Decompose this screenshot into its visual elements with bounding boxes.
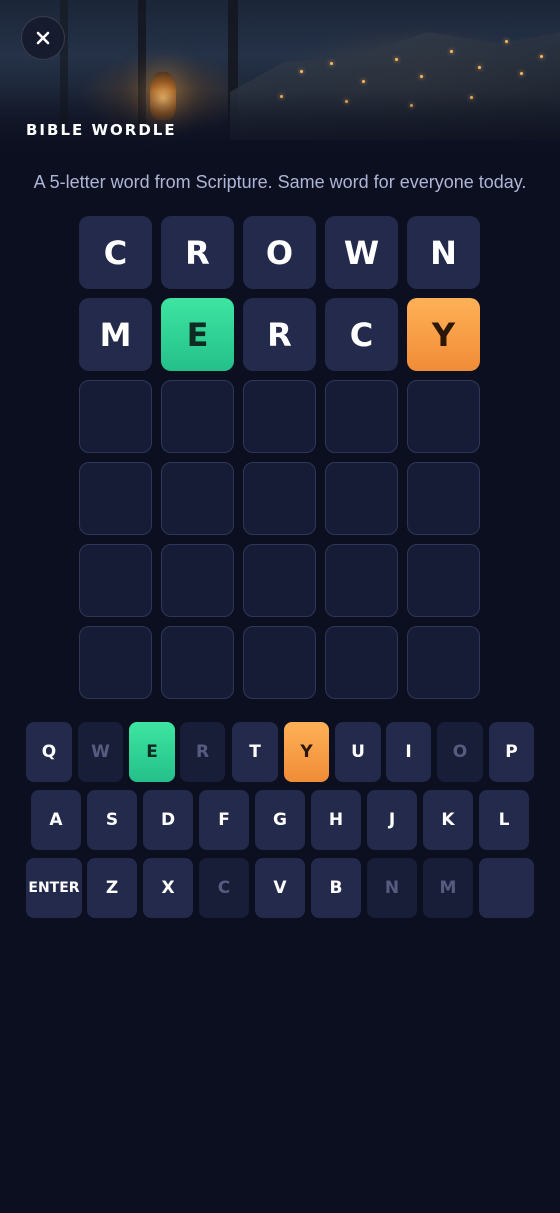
board-tile: Y (407, 298, 480, 371)
key-f[interactable]: F (199, 790, 249, 850)
board-tile (407, 626, 480, 699)
board-tile (79, 462, 152, 535)
board-tile (79, 544, 152, 617)
key-s[interactable]: S (87, 790, 137, 850)
game-title: BIBLE WORDLE (26, 121, 177, 139)
board-tile (161, 462, 234, 535)
board-tile: N (407, 216, 480, 289)
key-l[interactable]: L (479, 790, 529, 850)
key-q[interactable]: Q (26, 722, 72, 782)
board-tile (243, 380, 316, 453)
board-tile (325, 462, 398, 535)
board-tile: C (325, 298, 398, 371)
key-n[interactable]: N (367, 858, 417, 918)
key-v[interactable]: V (255, 858, 305, 918)
key-p[interactable]: P (489, 722, 534, 782)
key-r[interactable]: R (180, 722, 225, 782)
board-tile (161, 544, 234, 617)
board-tile (325, 544, 398, 617)
guess-board: CROWNMERCY (79, 216, 480, 699)
board-tile: M (79, 298, 152, 371)
instructions-text: A 5-letter word from Scripture. Same wor… (33, 172, 527, 192)
board-tile: R (161, 216, 234, 289)
key-j[interactable]: J (367, 790, 417, 850)
board-tile (325, 380, 398, 453)
board-tile: O (243, 216, 316, 289)
board-tile (243, 626, 316, 699)
key-t[interactable]: T (232, 722, 278, 782)
key-k[interactable]: K (423, 790, 473, 850)
board-tile (243, 544, 316, 617)
key-u[interactable]: U (335, 722, 381, 782)
key-o[interactable]: O (437, 722, 483, 782)
key-g[interactable]: G (255, 790, 305, 850)
board-tile (161, 380, 234, 453)
close-button[interactable] (21, 16, 65, 60)
board-tile (243, 462, 316, 535)
key-m[interactable]: M (423, 858, 473, 918)
board-tile (325, 626, 398, 699)
close-icon (36, 31, 50, 45)
key-z[interactable]: Z (87, 858, 137, 918)
board-tile: W (325, 216, 398, 289)
board-tile (79, 626, 152, 699)
key-h[interactable]: H (311, 790, 361, 850)
key-c[interactable]: C (199, 858, 249, 918)
key-y[interactable]: Y (284, 722, 329, 782)
board-tile (79, 380, 152, 453)
backspace-key[interactable] (479, 858, 534, 918)
key-x[interactable]: X (143, 858, 193, 918)
board-tile (407, 380, 480, 453)
board-tile (407, 462, 480, 535)
key-a[interactable]: A (31, 790, 81, 850)
board-tile: E (161, 298, 234, 371)
board-tile (407, 544, 480, 617)
key-e[interactable]: E (129, 722, 175, 782)
key-d[interactable]: D (143, 790, 193, 850)
enter-key[interactable]: ENTER (26, 858, 82, 918)
board-tile: R (243, 298, 316, 371)
board-tile (161, 626, 234, 699)
board-tile: C (79, 216, 152, 289)
key-w[interactable]: W (78, 722, 123, 782)
key-b[interactable]: B (311, 858, 361, 918)
key-i[interactable]: I (386, 722, 431, 782)
